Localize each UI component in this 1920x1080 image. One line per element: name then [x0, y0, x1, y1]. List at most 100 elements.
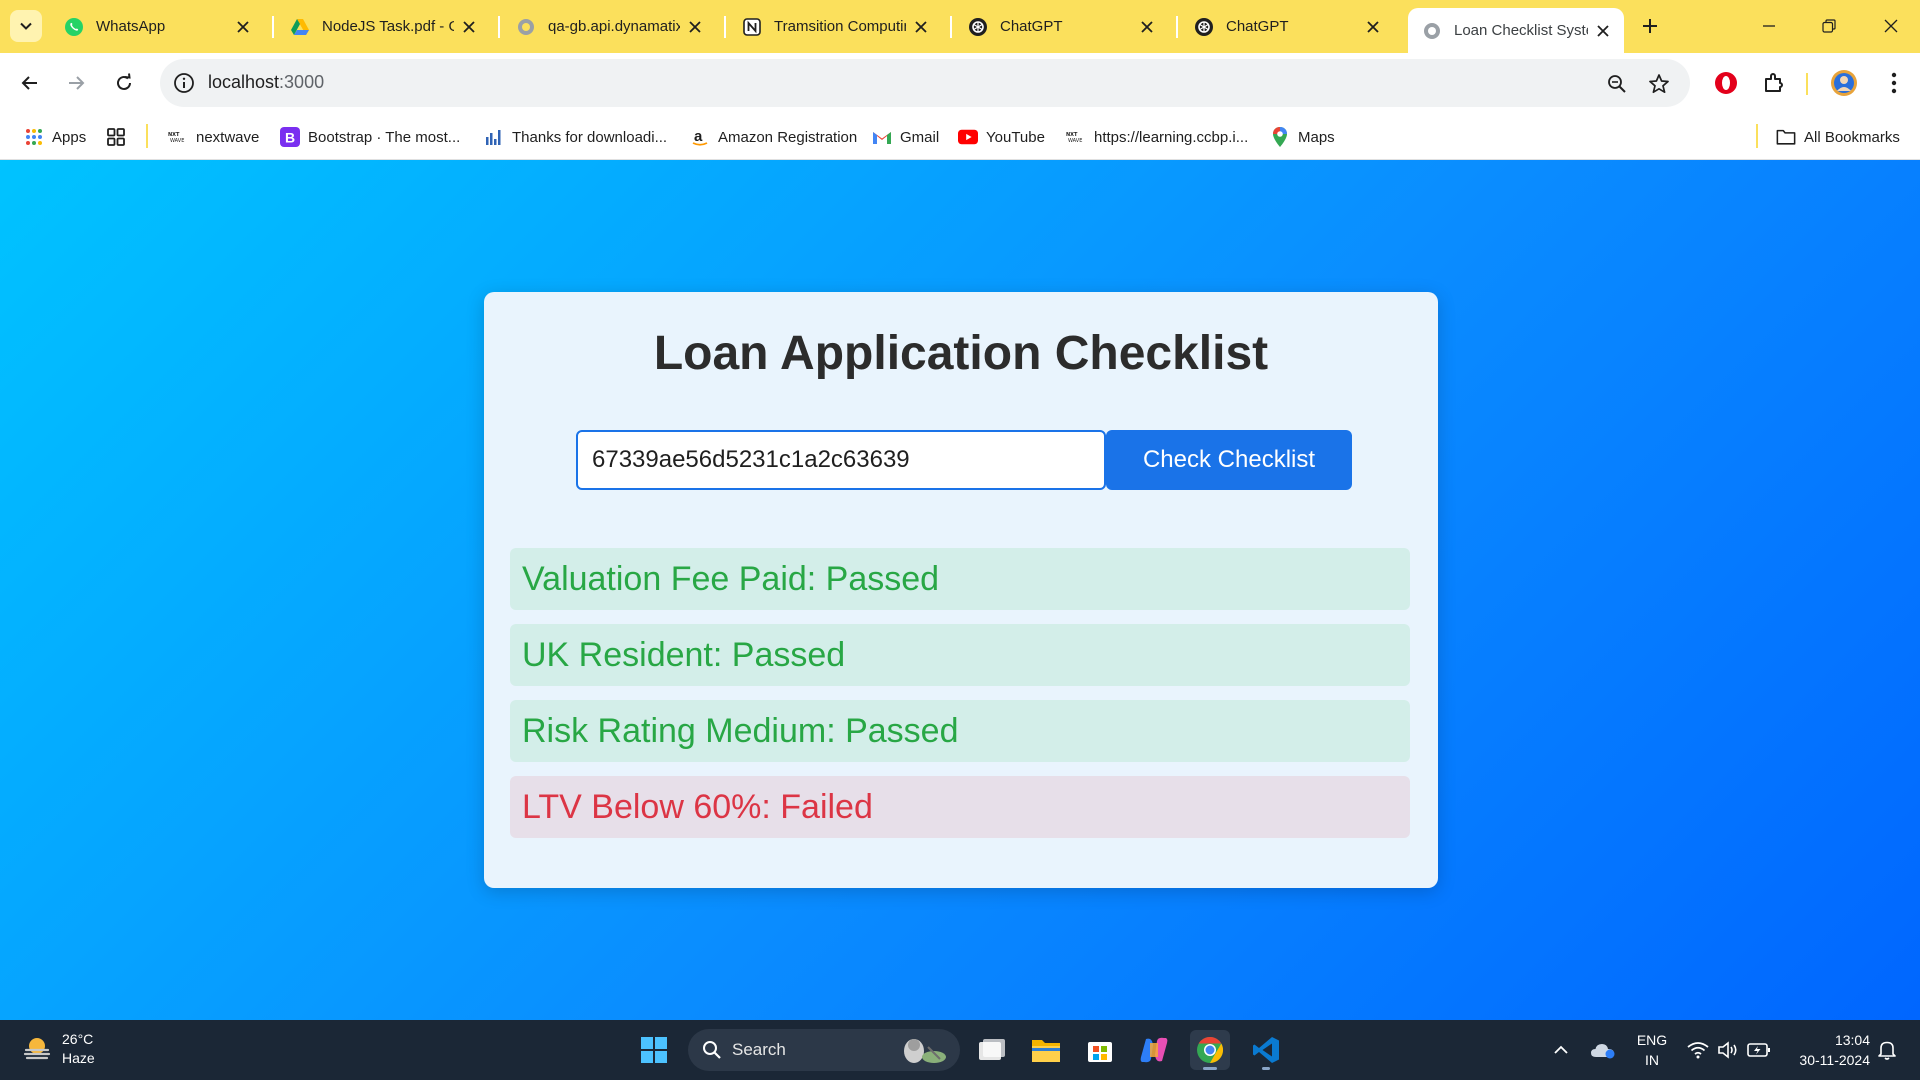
battery-icon[interactable] — [1744, 1030, 1774, 1070]
bookmark-label: nextwave — [196, 128, 260, 146]
tab-loan-checklist[interactable]: Loan Checklist System — [1408, 8, 1624, 53]
taskbar-vscode[interactable] — [1246, 1030, 1286, 1070]
back-button[interactable] — [12, 65, 48, 101]
bookmark-maps[interactable]: Maps — [1270, 122, 1335, 152]
taskbar-search[interactable]: Search — [688, 1029, 960, 1071]
minimize-button[interactable] — [1746, 8, 1792, 44]
weather-widget[interactable]: 26°C Haze — [22, 1030, 95, 1068]
notifications-bell-icon[interactable] — [1874, 1030, 1900, 1070]
close-window-button[interactable] — [1868, 8, 1914, 44]
bar-chart-icon — [484, 127, 504, 147]
tab-separator — [272, 16, 274, 38]
reload-icon — [117, 73, 131, 90]
bookmark-thanks-for-downloading[interactable]: Thanks for downloadi... — [484, 122, 667, 152]
page-viewport: Loan Application Checklist Check Checkli… — [0, 160, 1920, 1020]
close-icon[interactable] — [686, 18, 704, 36]
reload-button[interactable] — [106, 65, 142, 101]
checklist-card: Loan Application Checklist Check Checkli… — [484, 292, 1438, 888]
minimize-icon — [1763, 25, 1775, 27]
show-hidden-icons-button[interactable] — [1548, 1030, 1574, 1070]
taskbar-microsoft-store[interactable] — [1080, 1030, 1120, 1070]
close-icon[interactable] — [1138, 18, 1156, 36]
zoom-icon[interactable] — [1604, 71, 1630, 97]
folder-icon — [1032, 1040, 1060, 1062]
chrome-icon — [1197, 1036, 1224, 1064]
tab-separator — [950, 16, 952, 38]
tab-chatgpt-1[interactable]: ChatGPT — [954, 8, 1168, 45]
close-icon[interactable] — [234, 18, 252, 36]
bookmark-star-icon[interactable] — [1646, 71, 1672, 97]
start-button[interactable] — [634, 1030, 674, 1070]
tab-whatsapp[interactable]: WhatsApp — [50, 8, 264, 45]
svg-text:WAVE: WAVE — [170, 138, 184, 143]
address-bar[interactable]: localhost:3000 — [160, 59, 1690, 107]
chatgpt-icon — [968, 17, 988, 37]
loan-id-input[interactable] — [576, 430, 1106, 490]
bookmark-label: All Bookmarks — [1804, 128, 1900, 146]
bookmark-gmail[interactable]: Gmail — [872, 122, 939, 152]
haze-weather-icon — [23, 1038, 51, 1060]
bookmark-bootstrap[interactable]: B Bootstrap · The most... — [280, 122, 460, 152]
check-checklist-button[interactable]: Check Checklist — [1106, 430, 1352, 490]
kebab-menu-icon[interactable] — [1878, 67, 1910, 99]
tab-qa-gb-api[interactable]: qa-gb.api.dynamatix.com — [502, 8, 716, 45]
tab-groups-icon — [106, 127, 126, 147]
clock-date: 30-11-2024 — [1799, 1052, 1870, 1068]
extensions-puzzle-icon[interactable] — [1758, 67, 1790, 99]
bookmark-apps[interactable]: Apps — [24, 122, 86, 152]
opera-extension-icon[interactable] — [1710, 67, 1742, 99]
bookmark-separator — [1756, 124, 1758, 148]
url-text: localhost:3000 — [208, 72, 324, 93]
tab-search-button[interactable] — [10, 10, 42, 42]
bookmark-youtube[interactable]: YouTube — [958, 122, 1045, 152]
taskbar-copilot[interactable] — [1134, 1030, 1174, 1070]
checklist-results: Valuation Fee Paid: Passed UK Resident: … — [510, 548, 1410, 852]
youtube-icon — [958, 127, 978, 147]
taskbar-chrome[interactable] — [1190, 1030, 1230, 1070]
close-icon[interactable] — [1364, 18, 1382, 36]
close-icon[interactable] — [460, 18, 478, 36]
tab-title: ChatGPT — [1000, 18, 1063, 35]
url-port: :3000 — [279, 72, 325, 92]
site-info-icon[interactable] — [170, 69, 198, 97]
whatsapp-icon — [64, 17, 84, 37]
profile-avatar[interactable] — [1828, 67, 1860, 99]
bookmark-label: https://learning.ccbp.i... — [1094, 128, 1249, 146]
close-icon[interactable] — [912, 18, 930, 36]
search-highlight-icon — [904, 1039, 946, 1063]
system-clock[interactable]: 13:04 30-11-2024 — [1780, 1030, 1870, 1070]
language-indicator[interactable]: ENG IN — [1630, 1030, 1674, 1070]
tab-nodejs-task[interactable]: NodeJS Task.pdf - Google Drive — [276, 8, 490, 45]
bookmark-amazon-registration[interactable]: a Amazon Registration — [690, 122, 857, 152]
globe-icon — [516, 17, 536, 37]
bookmark-label: Bootstrap · The most... — [308, 128, 461, 146]
bookmark-label: Apps — [52, 128, 87, 146]
svg-text:a: a — [694, 128, 703, 145]
wifi-icon[interactable] — [1684, 1030, 1712, 1070]
tab-tramsition[interactable]: Tramsition Computing — [728, 8, 942, 45]
page-title: Loan Application Checklist — [653, 327, 1269, 380]
maps-pin-icon — [1270, 127, 1290, 147]
all-bookmarks-button[interactable]: All Bookmarks — [1776, 122, 1900, 152]
taskbar-task-view[interactable] — [972, 1030, 1012, 1070]
bookmark-separator — [146, 124, 148, 148]
bookmark-nextwave[interactable]: NXT WAVE nextwave — [168, 122, 259, 152]
taskbar-file-explorer[interactable] — [1026, 1030, 1066, 1070]
bookmark-tab-groups[interactable] — [106, 122, 134, 152]
bookmark-label: Gmail — [900, 128, 940, 146]
tab-chatgpt-2[interactable]: ChatGPT — [1180, 8, 1394, 45]
tab-strip: WhatsApp NodeJS Task.pdf - Google Drive … — [0, 0, 1920, 53]
new-tab-button[interactable] — [1636, 12, 1664, 40]
restore-button[interactable] — [1806, 8, 1852, 44]
arrow-left-icon — [21, 76, 37, 90]
bookmarks-bar: Apps NXT WAVE nextwave B Bootstrap · The … — [0, 114, 1920, 160]
close-icon — [1884, 19, 1898, 33]
url-host: localhost — [208, 72, 280, 92]
bookmark-label: Amazon Registration — [718, 128, 858, 146]
close-icon[interactable] — [1594, 22, 1612, 40]
language-line-2: IN — [1645, 1052, 1659, 1068]
forward-button[interactable] — [58, 65, 94, 101]
bookmark-learning-ccbp[interactable]: NXT WAVE https://learning.ccbp.i... — [1066, 122, 1248, 152]
onedrive-tray-icon[interactable] — [1588, 1030, 1618, 1070]
volume-icon[interactable] — [1714, 1030, 1742, 1070]
